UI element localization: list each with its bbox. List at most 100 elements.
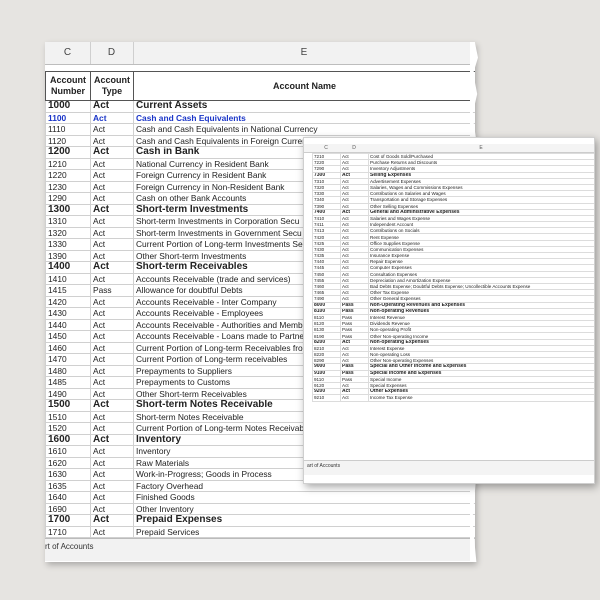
account-number-cell[interactable]: 1450 (45, 330, 91, 343)
account-number-cell[interactable]: 1415 (45, 284, 91, 297)
account-number-cell[interactable]: 1490 (45, 387, 91, 400)
account-number-cell[interactable]: 1635 (45, 479, 91, 492)
account-type-cell[interactable]: Act (90, 295, 134, 308)
account-name-cell[interactable]: Other Inventory (133, 502, 475, 515)
account-name-cell[interactable]: Current Assets (133, 100, 475, 113)
account-type-cell[interactable]: Act (90, 422, 134, 435)
account-name-cell[interactable]: Cash and Cash Equivalents in National Cu… (133, 123, 475, 136)
account-number-cell[interactable]: 1690 (45, 502, 91, 515)
column-header-e[interactable]: E (368, 144, 594, 152)
table-row[interactable]: 1690 Act Other Inventory (45, 502, 475, 515)
account-number-cell[interactable]: 1620 (45, 456, 91, 469)
table-row[interactable]: 1710 Act Prepaid Services (45, 525, 475, 538)
account-number-cell[interactable]: 1300 (45, 203, 91, 216)
account-type-cell[interactable]: Act (90, 215, 134, 228)
account-number-cell[interactable]: 1100 (45, 111, 91, 124)
account-number-cell[interactable]: 1230 (45, 180, 91, 193)
account-number-cell[interactable]: 9210 (312, 394, 341, 402)
table-row[interactable]: 9210 Act Income Tax Expense (312, 394, 594, 402)
account-type-cell[interactable]: Act (90, 134, 134, 147)
account-number-cell[interactable]: 1290 (45, 192, 91, 205)
account-type-cell[interactable]: Pass (90, 284, 134, 297)
account-number-cell[interactable]: 1510 (45, 410, 91, 423)
account-number-cell[interactable]: 1420 (45, 295, 91, 308)
account-type-cell[interactable]: Act (90, 238, 134, 251)
account-type-cell[interactable]: Act (90, 456, 134, 469)
sheet-tab[interactable]: rt of Accounts (45, 540, 93, 554)
account-number-cell[interactable]: 1610 (45, 445, 91, 458)
account-type-cell[interactable]: Act (90, 479, 134, 492)
account-type-cell[interactable]: Act (90, 364, 134, 377)
account-name-cell[interactable]: Cash and Cash Equivalents (133, 111, 475, 124)
table-row[interactable]: 1640 Act Finished Goods (45, 491, 475, 504)
table-row[interactable]: 1700 Act Prepaid Expenses (45, 514, 475, 527)
column-header-c[interactable]: C (45, 42, 91, 64)
column-header-d[interactable]: D (90, 42, 134, 64)
account-number-cell[interactable]: 1440 (45, 318, 91, 331)
account-number-cell[interactable]: 1200 (45, 146, 91, 159)
account-name-cell[interactable]: Prepaid Services (133, 525, 475, 538)
account-type-cell[interactable]: Act (90, 272, 134, 285)
account-type-cell[interactable]: Act (90, 111, 134, 124)
account-number-cell[interactable]: 1710 (45, 525, 91, 538)
account-type-cell[interactable]: Act (90, 399, 134, 412)
account-number-cell[interactable]: 1410 (45, 272, 91, 285)
account-type-cell[interactable]: Act (90, 261, 134, 274)
account-type-cell[interactable]: Act (90, 307, 134, 320)
account-type-cell[interactable]: Act (90, 468, 134, 481)
account-number-cell[interactable]: 1110 (45, 123, 91, 136)
account-type-cell[interactable]: Act (90, 123, 134, 136)
account-type-cell[interactable]: Act (90, 376, 134, 389)
account-number-cell[interactable]: 1600 (45, 433, 91, 446)
account-type-cell[interactable]: Act (90, 445, 134, 458)
account-type-cell[interactable]: Act (90, 203, 134, 216)
account-type-cell[interactable]: Act (90, 491, 134, 504)
account-type-cell[interactable]: Act (90, 100, 134, 113)
account-type-cell[interactable]: Act (90, 330, 134, 343)
account-type-cell[interactable]: Act (90, 169, 134, 182)
account-type-cell[interactable]: Act (340, 394, 369, 402)
account-number-cell[interactable]: 1630 (45, 468, 91, 481)
table-row[interactable]: 1000 Act Current Assets (45, 100, 475, 113)
header-account-name[interactable]: Account Name (133, 71, 475, 101)
account-number-cell[interactable]: 1470 (45, 353, 91, 366)
header-account-type[interactable]: Account Type (90, 71, 134, 101)
account-type-cell[interactable]: Act (90, 192, 134, 205)
account-type-cell[interactable]: Act (90, 387, 134, 400)
account-name-cell[interactable]: Finished Goods (133, 491, 475, 504)
account-number-cell[interactable]: 1400 (45, 261, 91, 274)
account-number-cell[interactable]: 1210 (45, 157, 91, 170)
account-type-cell[interactable]: Act (90, 249, 134, 262)
column-header-d[interactable]: D (340, 144, 368, 152)
account-number-cell[interactable]: 1485 (45, 376, 91, 389)
account-type-cell[interactable]: Act (90, 318, 134, 331)
account-type-cell[interactable]: Act (90, 341, 134, 354)
account-type-cell[interactable]: Act (90, 502, 134, 515)
column-header-c[interactable]: C (312, 144, 340, 152)
account-number-cell[interactable]: 1500 (45, 399, 91, 412)
account-number-cell[interactable]: 1000 (45, 100, 91, 113)
account-type-cell[interactable]: Act (90, 146, 134, 159)
account-type-cell[interactable]: Act (90, 410, 134, 423)
account-number-cell[interactable]: 1640 (45, 491, 91, 504)
account-number-cell[interactable]: 1120 (45, 134, 91, 147)
account-type-cell[interactable]: Act (90, 433, 134, 446)
account-number-cell[interactable]: 1390 (45, 249, 91, 262)
table-row[interactable]: 1100 Act Cash and Cash Equivalents (45, 111, 475, 124)
account-type-cell[interactable]: Act (90, 157, 134, 170)
column-header-e[interactable]: E (133, 42, 475, 64)
account-type-cell[interactable]: Act (90, 226, 134, 239)
account-number-cell[interactable]: 1220 (45, 169, 91, 182)
account-number-cell[interactable]: 1480 (45, 364, 91, 377)
table-row[interactable]: 1110 Act Cash and Cash Equivalents in Nati… (45, 123, 475, 136)
account-number-cell[interactable]: 1520 (45, 422, 91, 435)
sheet-tab[interactable]: art of Accounts (307, 461, 340, 471)
account-number-cell[interactable]: 1700 (45, 514, 91, 527)
account-type-cell[interactable]: Act (90, 353, 134, 366)
account-number-cell[interactable]: 1320 (45, 226, 91, 239)
account-number-cell[interactable]: 1330 (45, 238, 91, 251)
account-number-cell[interactable]: 1310 (45, 215, 91, 228)
account-number-cell[interactable]: 1430 (45, 307, 91, 320)
account-name-cell[interactable]: Income Tax Expense (368, 394, 594, 402)
account-type-cell[interactable]: Act (90, 514, 134, 527)
